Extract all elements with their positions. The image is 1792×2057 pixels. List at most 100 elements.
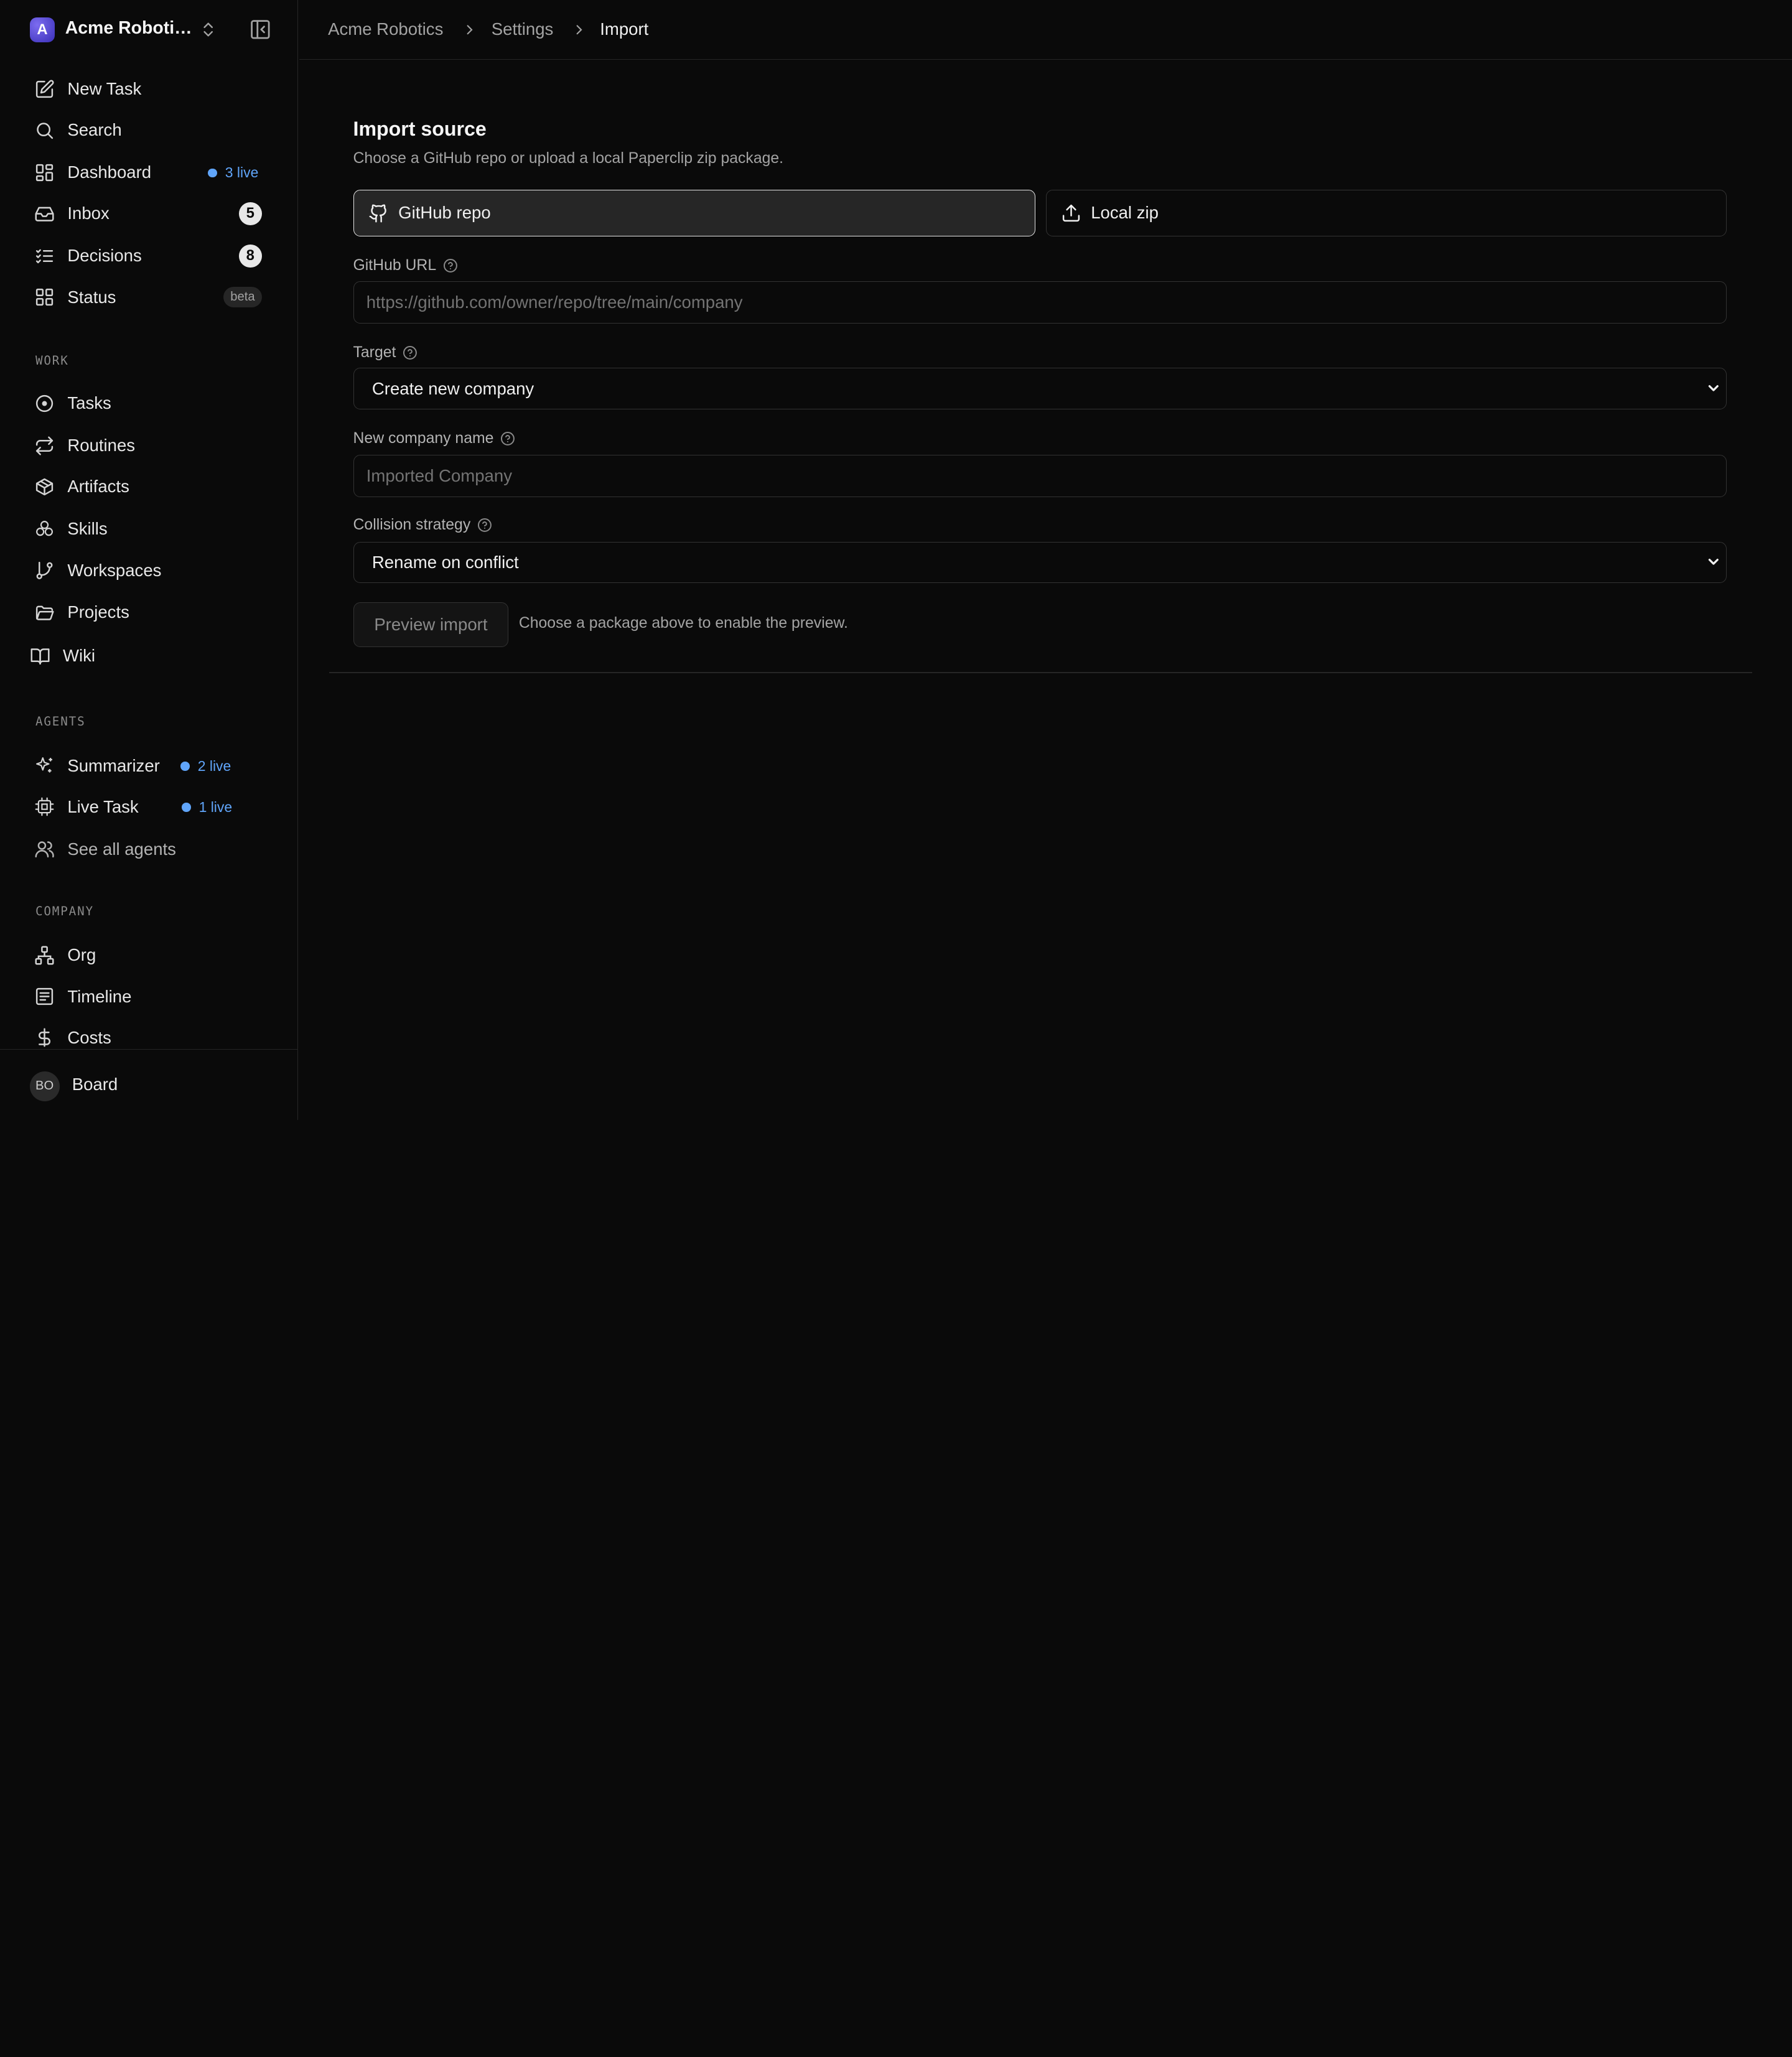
sidebar-item-label: Org (67, 945, 96, 965)
source-label: GitHub repo (398, 203, 491, 223)
inbox-icon (35, 207, 54, 222)
sidebar-item-org[interactable]: Org (25, 937, 276, 974)
sidebar-item-routines[interactable]: Routines (25, 427, 276, 464)
company-logo: A (29, 17, 55, 42)
dashboard-icon (35, 164, 54, 181)
live-indicator: 1 live (182, 799, 232, 816)
folder-open-icon (35, 605, 54, 620)
source-label: Local zip (1091, 203, 1159, 223)
sidebar-item-label: New Task (67, 79, 142, 99)
sidebar-item-dashboard[interactable]: Dashboard 3 live (25, 154, 276, 191)
main-content: Acme Robotics Settings Import Import sou… (299, 0, 1792, 1120)
sidebar-item-workspaces[interactable]: Workspaces (25, 552, 276, 589)
chevron-right-icon (576, 25, 582, 35)
field-label-text: Target (353, 343, 396, 361)
sidebar-item-decisions[interactable]: Decisions 8 (25, 238, 276, 274)
target-select[interactable]: Create new company (353, 368, 1727, 409)
sidebar-item-tasks[interactable]: Tasks (25, 385, 276, 422)
help-circle-icon[interactable] (443, 258, 458, 273)
sidebar-item-label: Live Task (67, 796, 139, 816)
live-count: 3 live (225, 164, 259, 181)
github-url-input[interactable] (353, 281, 1727, 324)
git-branch-icon (36, 561, 53, 579)
chevron-down-icon (1708, 385, 1719, 391)
source-local-zip-button[interactable]: Local zip (1045, 189, 1727, 237)
inbox-count-badge: 5 (238, 202, 262, 225)
package-icon (35, 478, 54, 496)
book-open-icon (30, 648, 50, 665)
chevrons-up-down-icon (203, 22, 213, 37)
sidebar-item-label: Dashboard (67, 162, 152, 182)
dollar-icon (39, 1028, 51, 1047)
breadcrumb-item[interactable]: Acme Robotics (328, 19, 443, 39)
chevron-right-icon (467, 25, 473, 35)
users-icon (35, 841, 54, 858)
help-circle-icon[interactable] (403, 345, 418, 360)
preview-import-button[interactable]: Preview import (353, 602, 509, 647)
beta-badge: beta (223, 286, 262, 308)
preview-hint: Choose a package above to enable the pre… (518, 615, 848, 632)
collision-strategy-select[interactable]: Rename on conflict (353, 541, 1727, 583)
sidebar-item-search[interactable]: Search (25, 112, 276, 149)
sidebar-item-timeline[interactable]: Timeline (25, 978, 276, 1015)
sidebar-item-inbox[interactable]: Inbox 5 (25, 195, 276, 232)
section-title-work: WORK (35, 353, 69, 368)
user-menu[interactable]: BO Board (0, 1049, 299, 1120)
sidebar-item-label: Skills (67, 519, 108, 539)
section-title: Import source (353, 118, 487, 141)
boxes-icon (36, 520, 54, 536)
repeat-icon (35, 436, 54, 455)
live-count: 1 live (198, 798, 233, 815)
sidebar-item-label: Status (67, 287, 116, 307)
sidebar-collapse-icon[interactable] (249, 18, 272, 41)
field-label-text: GitHub URL (353, 257, 437, 274)
upload-icon (1063, 204, 1080, 222)
live-dot (180, 761, 190, 771)
collision-selected-value: Rename on conflict (371, 553, 519, 572)
field-label-text: New company name (353, 429, 494, 447)
sidebar-item-label: Tasks (67, 393, 111, 413)
target-label: Target (353, 344, 418, 361)
sidebar-item-label: Decisions (67, 246, 142, 266)
target-selected-value: Create new company (371, 378, 534, 398)
sidebar-item-label: Costs (67, 1027, 111, 1047)
sidebar-item-label: Timeline (67, 986, 132, 1006)
circle-dot-icon (35, 394, 54, 412)
sidebar-item-new-task[interactable]: New Task (25, 71, 276, 108)
grid-icon (35, 288, 54, 306)
sidebar-item-label: Artifacts (67, 477, 129, 497)
sidebar-item-status[interactable]: Status beta (25, 279, 276, 315)
source-github-button[interactable]: GitHub repo (353, 189, 1036, 237)
sidebar-item-artifacts[interactable]: Artifacts (25, 469, 276, 505)
avatar: BO (29, 1071, 60, 1101)
section-subtitle: Choose a GitHub repo or upload a local P… (353, 149, 784, 167)
user-name: Board (72, 1075, 118, 1094)
sidebar-item-skills[interactable]: Skills (25, 511, 276, 548)
sidebar-item-label: Wiki (63, 646, 96, 666)
collision-strategy-label: Collision strategy (353, 516, 493, 534)
sidebar-item-projects[interactable]: Projects (25, 594, 276, 631)
sidebar-item-label: See all agents (67, 839, 176, 859)
company-name-label: New company name (353, 430, 516, 447)
chevron-down-icon (1708, 558, 1719, 565)
live-indicator: 3 live (208, 164, 258, 181)
github-url-label: GitHub URL (353, 257, 458, 274)
pencil-square-icon (35, 80, 54, 98)
help-circle-icon[interactable] (477, 518, 492, 533)
sidebar-item-wiki[interactable]: Wiki (21, 638, 272, 674)
sidebar-item-label: Projects (67, 602, 129, 622)
sidebar-item-summarizer[interactable]: Summarizer 2 live (25, 747, 276, 784)
company-name-input[interactable] (353, 455, 1727, 497)
live-count: 2 live (197, 757, 231, 774)
sidebar-item-label: Search (67, 120, 122, 140)
breadcrumb-current: Import (600, 19, 649, 39)
sidebar-item-live-task[interactable]: Live Task 1 live (25, 788, 276, 825)
help-circle-icon[interactable] (500, 431, 515, 446)
sidebar-item-label: Summarizer (67, 755, 160, 775)
live-indicator: 2 live (180, 758, 231, 775)
sidebar-item-see-all-agents[interactable]: See all agents (25, 831, 276, 867)
sidebar: A Acme Robotics New Task Search Dashboar… (0, 0, 299, 1120)
list-checks-icon (35, 249, 54, 263)
breadcrumb-item[interactable]: Settings (492, 19, 554, 39)
decisions-count-badge: 8 (238, 245, 262, 268)
